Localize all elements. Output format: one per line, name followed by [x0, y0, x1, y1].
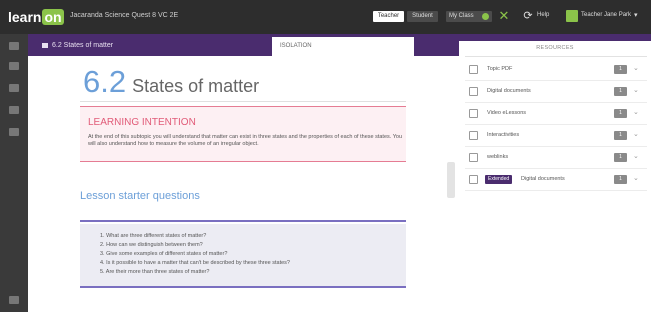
chevron-down-icon[interactable]: ⌄: [633, 130, 639, 138]
book-icon[interactable]: [9, 62, 19, 70]
list-item: 1. What are three different states of ma…: [100, 233, 207, 239]
resource-item-topic-pdf[interactable]: Topic PDF 1 ⌄: [465, 59, 647, 81]
resource-label: Interactivities: [487, 132, 520, 138]
user-avatar[interactable]: [566, 10, 578, 22]
weblink-icon: [469, 153, 478, 162]
learning-intention-text: At the end of this subtopic you will und…: [88, 134, 402, 147]
chevron-down-icon[interactable]: ⌄: [633, 152, 639, 160]
close-icon[interactable]: ✕: [497, 9, 511, 23]
help-link[interactable]: Help: [537, 12, 549, 18]
list-item: 5. Are their more than three states of m…: [100, 269, 210, 275]
resource-label: Digital documents: [487, 88, 531, 94]
left-sidebar: [0, 34, 28, 312]
chevron-down-icon[interactable]: ⌄: [633, 108, 639, 116]
menu-icon[interactable]: [9, 84, 19, 92]
chevron-down-icon[interactable]: ▾: [634, 11, 638, 19]
resources-title: RESOURCES: [536, 45, 574, 51]
learning-intention-heading: LEARNING INTENTION: [88, 117, 196, 128]
pdf-icon: [469, 65, 478, 74]
course-title[interactable]: Jacaranda Science Quest 8 VC 2E: [70, 12, 178, 19]
student-view-button[interactable]: Student: [407, 11, 438, 22]
list-item: 2. How can we distinguish between them?: [100, 242, 203, 248]
starter-questions-box: 1. What are three different states of ma…: [80, 224, 406, 288]
divider: [80, 220, 406, 222]
document-icon: [469, 175, 478, 184]
top-bar: learn on Jacaranda Science Quest 8 VC 2E …: [0, 0, 651, 34]
my-class-label: My Class: [449, 13, 474, 19]
user-name[interactable]: Teacher Jane Park: [581, 12, 631, 18]
chevron-down-icon[interactable]: ⌄: [633, 64, 639, 72]
breadcrumb-label: 6.2 States of matter: [52, 42, 114, 49]
resource-count-badge: 1: [614, 65, 627, 74]
notes-icon[interactable]: [9, 106, 19, 114]
refresh-icon[interactable]: ⟳: [521, 9, 535, 23]
divider: [465, 56, 647, 57]
logo-text: learn: [8, 9, 42, 25]
resource-item-digital-documents[interactable]: Digital documents 1 ⌄: [465, 81, 647, 103]
resource-item-interactivities[interactable]: Interactivities 1 ⌄: [465, 125, 647, 147]
list-icon[interactable]: [9, 128, 19, 136]
resource-item-extended-digital-documents[interactable]: Extended Digital documents 1 ⌄: [465, 169, 647, 191]
teacher-view-button[interactable]: Teacher: [373, 11, 404, 22]
resource-item-weblinks[interactable]: weblinks 1 ⌄: [465, 147, 647, 169]
panel-resize-handle[interactable]: [447, 162, 455, 198]
breadcrumb[interactable]: 6.2 States of matter: [34, 38, 274, 53]
class-status-icon: [482, 13, 489, 20]
divider: [80, 101, 406, 102]
resource-count-badge: 1: [614, 175, 627, 184]
resource-count-badge: 1: [614, 109, 627, 118]
document-icon: [469, 87, 478, 96]
page-title: 6.2 States of matter: [83, 64, 259, 100]
resource-label: weblinks: [487, 154, 509, 160]
chevron-down-icon[interactable]: ⌄: [633, 174, 639, 182]
home-icon[interactable]: [9, 42, 19, 50]
resource-label: Topic PDF: [487, 66, 513, 72]
chevron-down-icon[interactable]: ⌄: [633, 86, 639, 94]
lesson-title: States of matter: [132, 76, 260, 96]
video-icon: [469, 109, 478, 118]
tab-label: ISOLATION: [280, 43, 312, 49]
resource-label: Digital documents: [521, 176, 565, 182]
resource-count-badge: 1: [614, 87, 627, 96]
learnon-logo[interactable]: learn on: [8, 9, 64, 25]
resource-count-badge: 1: [614, 153, 627, 162]
extended-badge: Extended: [485, 175, 513, 184]
my-class-button[interactable]: My Class: [446, 11, 492, 22]
resource-count-badge: 1: [614, 131, 627, 140]
list-item: 3. Give some examples of different state…: [100, 251, 228, 257]
tab-isolation[interactable]: ISOLATION: [272, 37, 414, 56]
learning-intention-box: LEARNING INTENTION At the end of this su…: [80, 106, 406, 162]
resource-item-video-elessons[interactable]: Video eLessons 1 ⌄: [465, 103, 647, 125]
list-item: 4. Is it possible to have a matter that …: [100, 260, 290, 266]
interactivity-icon: [469, 131, 478, 140]
resource-label: Video eLessons: [487, 110, 527, 116]
question-list: 1. What are three different states of ma…: [100, 232, 290, 277]
book-icon: [42, 42, 48, 48]
logo-accent: on: [42, 9, 64, 25]
resources-panel: RESOURCES Topic PDF 1 ⌄ Digital document…: [459, 41, 651, 312]
lesson-number: 6.2: [83, 64, 127, 99]
starter-questions-heading: Lesson starter questions: [80, 190, 200, 202]
settings-icon[interactable]: [9, 296, 19, 304]
